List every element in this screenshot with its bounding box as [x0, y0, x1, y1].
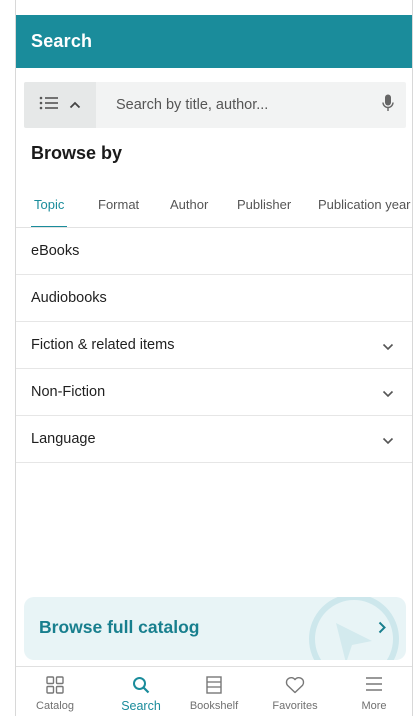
list-item-ebooks[interactable]: eBooks — [16, 228, 412, 275]
microphone-icon — [382, 94, 394, 117]
chevron-down-icon — [382, 386, 394, 402]
list-item-fiction[interactable]: Fiction & related items — [16, 322, 412, 369]
tab-topic[interactable]: Topic — [30, 186, 68, 227]
search-filter-toggle[interactable] — [24, 82, 96, 128]
voice-search-button[interactable] — [370, 82, 406, 128]
list-icon — [39, 96, 59, 115]
nav-label: More — [361, 700, 387, 712]
nav-label: Favorites — [272, 700, 318, 712]
compass-icon — [302, 597, 402, 660]
nav-catalog[interactable]: Catalog — [16, 667, 94, 716]
nav-bookshelf[interactable]: Bookshelf — [175, 667, 253, 716]
list-item-label: Non-Fiction — [31, 384, 106, 400]
nav-label: Catalog — [36, 700, 74, 712]
list-item-non-fiction[interactable]: Non-Fiction — [16, 369, 412, 416]
browse-by-heading: Browse by — [31, 143, 123, 163]
list-item-language[interactable]: Language — [16, 416, 412, 463]
heart-icon — [256, 676, 334, 694]
search-input[interactable] — [96, 82, 370, 128]
chevron-down-icon — [382, 433, 394, 449]
search-bar — [24, 82, 406, 128]
list-item-label: Audiobooks — [31, 290, 107, 306]
browse-full-catalog-button[interactable]: Browse full catalog — [24, 597, 406, 660]
nav-label: Bookshelf — [189, 700, 239, 712]
nav-search[interactable]: Search — [102, 667, 180, 716]
tab-publication-year[interactable]: Publication year — [318, 186, 411, 227]
app-header: Search — [16, 15, 412, 68]
chevron-up-icon — [69, 96, 81, 114]
app-frame: Search Search by title, author... Browse… — [15, 0, 413, 716]
menu-icon — [335, 676, 412, 692]
nav-more[interactable]: More — [335, 667, 412, 716]
chevron-down-icon — [382, 339, 394, 355]
bookshelf-icon — [175, 676, 253, 694]
list-item-label: eBooks — [31, 243, 80, 259]
nav-label: Search — [121, 699, 161, 713]
search-icon — [102, 676, 180, 694]
grid-icon — [16, 676, 94, 694]
tab-publisher[interactable]: Publisher — [237, 186, 291, 227]
tab-format[interactable]: Format — [98, 186, 139, 227]
list-item-label: Language — [31, 431, 96, 447]
bottom-navigation: Catalog Search Bookshelf Favorites More — [16, 666, 412, 716]
page-title: Search — [31, 31, 93, 51]
list-item-label: Fiction & related items — [31, 337, 175, 353]
chevron-right-icon — [378, 621, 386, 639]
browse-tabs: Topic Format Author Publisher Publicatio… — [16, 186, 412, 228]
tab-author[interactable]: Author — [170, 186, 208, 227]
catalog-card-label: Browse full catalog — [39, 617, 200, 637]
list-item-audiobooks[interactable]: Audiobooks — [16, 275, 412, 322]
nav-favorites[interactable]: Favorites — [256, 667, 334, 716]
